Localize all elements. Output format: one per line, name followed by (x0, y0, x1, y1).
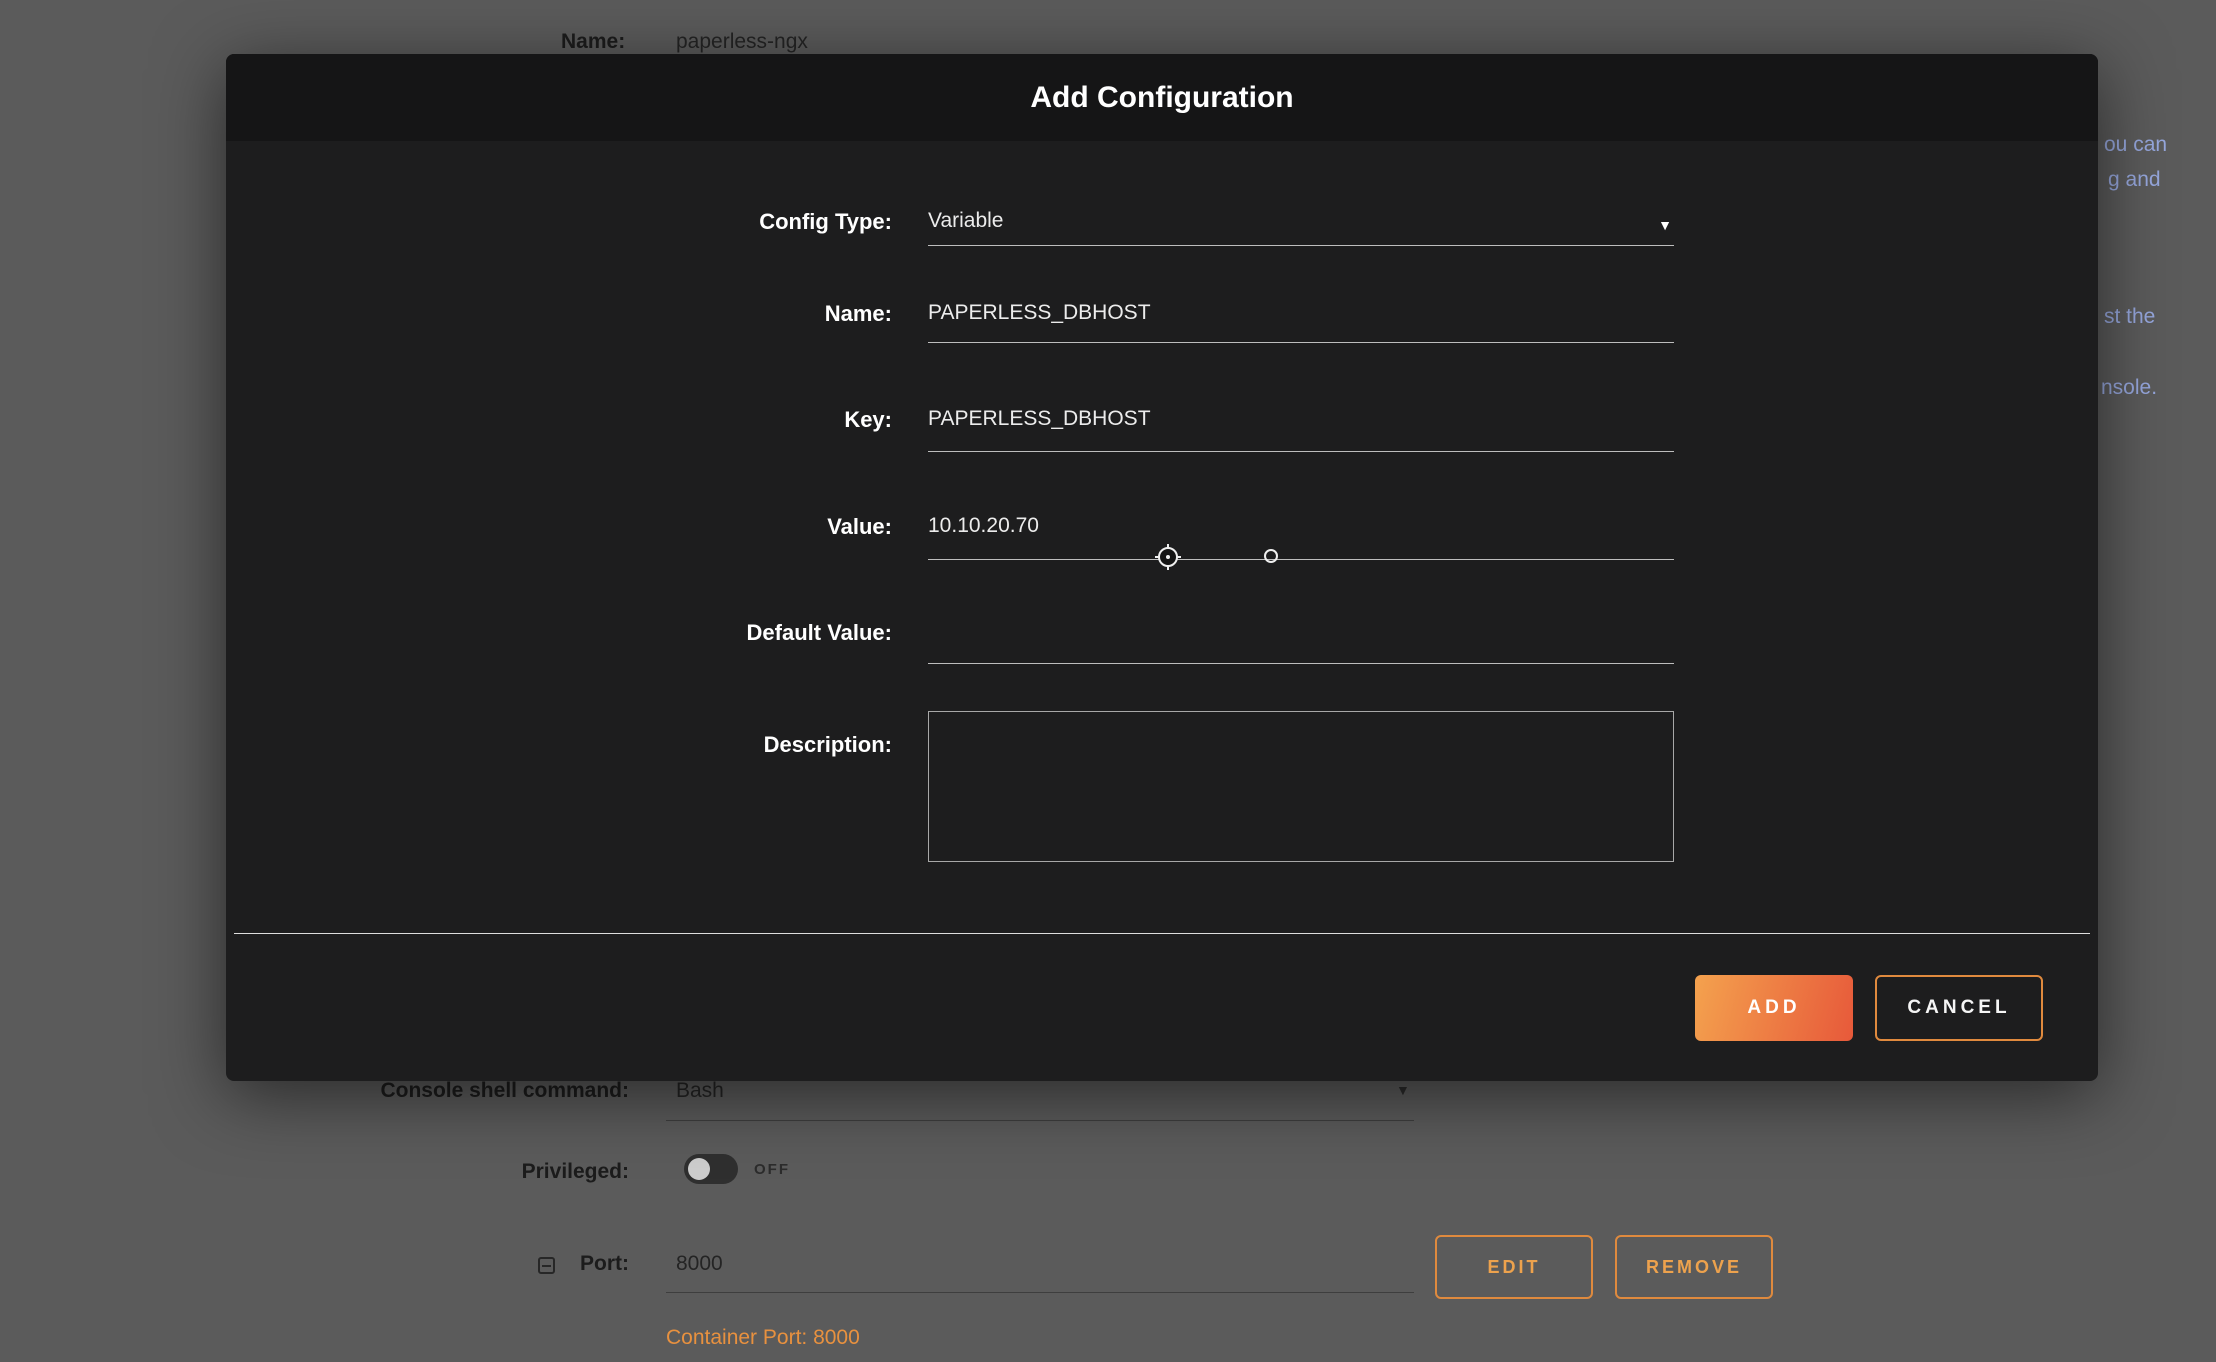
console-shell-command-select[interactable]: Bash (676, 1079, 724, 1103)
bg-name-label: Name: (561, 30, 625, 54)
container-port-note: Container Port: 8000 (666, 1326, 860, 1350)
value-value: 10.10.20.70 (928, 514, 1039, 537)
port-input[interactable]: 8000 (676, 1252, 723, 1276)
privileged-label: Privileged: (0, 1160, 629, 1184)
bg-name-value: paperless-ngx (676, 30, 808, 54)
description-textarea[interactable] (928, 711, 1674, 862)
value-input[interactable]: 10.10.20.70 (928, 511, 1674, 560)
key-input[interactable]: PAPERLESS_DBHOST (928, 404, 1674, 452)
modal-title: Add Configuration (1030, 81, 1293, 115)
mouse-crosshair-cursor (1154, 543, 1182, 571)
value-label: Value: (226, 512, 892, 542)
edit-button[interactable]: EDIT (1435, 1235, 1593, 1299)
footer-divider (234, 933, 2090, 934)
default-value-input[interactable] (928, 617, 1674, 664)
add-button[interactable]: ADD (1695, 975, 1853, 1041)
clipped-help-text: st the (2104, 305, 2155, 329)
port-underline (666, 1292, 1414, 1293)
name-value: PAPERLESS_DBHOST (928, 301, 1151, 324)
default-value-label: Default Value: (226, 618, 892, 648)
key-label: Key: (226, 405, 892, 435)
clipped-help-text: g and (2108, 168, 2161, 192)
console-shell-command-label: Console shell command: (0, 1079, 629, 1103)
name-input[interactable]: PAPERLESS_DBHOST (928, 298, 1674, 343)
port-label: Port: (0, 1252, 629, 1276)
privileged-state-label: OFF (754, 1161, 790, 1178)
key-value: PAPERLESS_DBHOST (928, 407, 1151, 430)
clipped-help-text: nsole. (2101, 376, 2157, 400)
toggle-knob (688, 1158, 710, 1180)
config-type-select[interactable]: Variable ▼ (928, 206, 1674, 246)
selection-handle-dot (1264, 549, 1278, 563)
name-label: Name: (226, 299, 892, 329)
clipped-help-text: ou can (2104, 133, 2167, 157)
chevron-down-icon: ▼ (1658, 210, 1672, 240)
chevron-down-icon: ▼ (1396, 1082, 1410, 1098)
description-label: Description: (226, 730, 892, 760)
console-shell-underline (666, 1120, 1414, 1121)
modal-header: Add Configuration (226, 54, 2098, 141)
config-type-label: Config Type: (226, 207, 892, 237)
privileged-toggle[interactable] (684, 1154, 738, 1184)
cancel-button[interactable]: CANCEL (1875, 975, 2043, 1041)
remove-button[interactable]: REMOVE (1615, 1235, 1773, 1299)
config-type-value: Variable (928, 209, 1004, 232)
